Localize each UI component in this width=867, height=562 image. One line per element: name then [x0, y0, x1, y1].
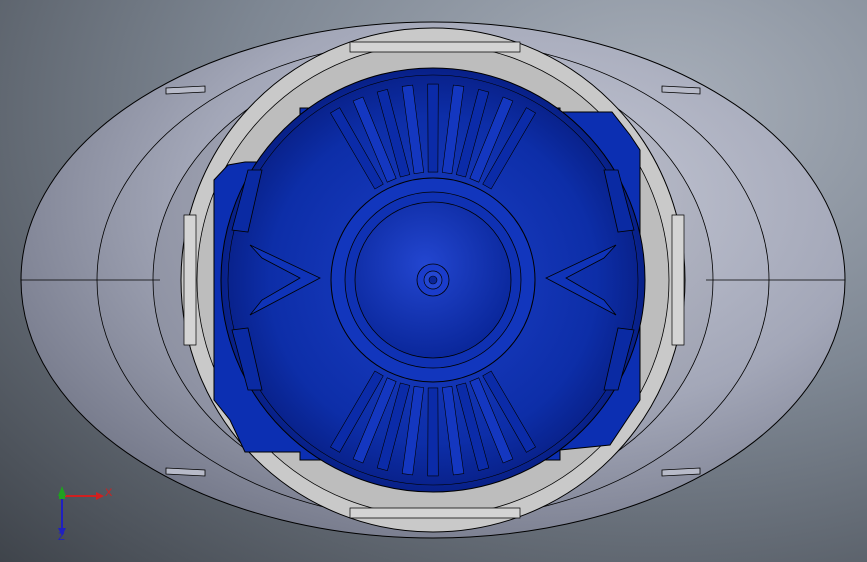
- fan-blade: [427, 387, 439, 477]
- x-axis-label: X: [105, 487, 113, 499]
- fan-blade: [427, 83, 439, 173]
- z-axis-label: Z: [58, 531, 65, 543]
- engine-nacelle-model[interactable]: [0, 0, 867, 562]
- cad-viewport[interactable]: X Z: [0, 0, 867, 562]
- coordinate-triad: X Z: [48, 482, 118, 544]
